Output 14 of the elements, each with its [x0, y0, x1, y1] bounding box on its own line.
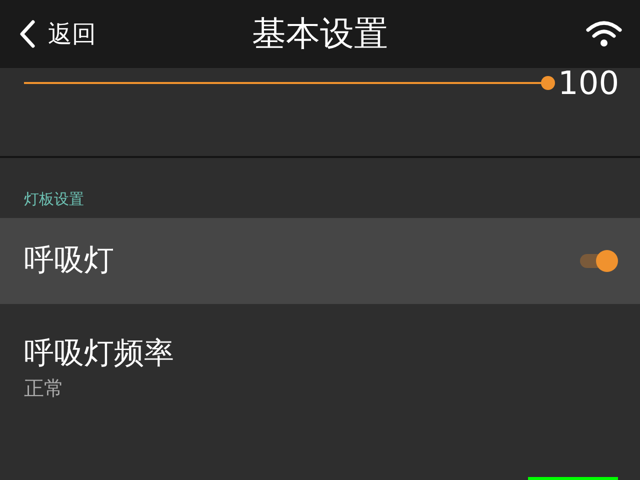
back-button[interactable]: 返回: [18, 18, 96, 50]
setting-label: 呼吸灯: [24, 242, 114, 280]
back-icon: [18, 20, 36, 48]
setting-row[interactable]: 呼吸灯: [0, 218, 640, 304]
setting-label: 呼吸灯频率: [24, 334, 174, 372]
slider-thumb[interactable]: [541, 76, 555, 90]
setting-value: 正常: [24, 374, 65, 402]
toggle-switch[interactable]: [580, 250, 618, 272]
section-header: 灯板设置: [24, 190, 84, 208]
screen-title: 基本设置: [252, 13, 388, 56]
brightness-slider[interactable]: [24, 76, 555, 90]
slider-value: 100: [558, 64, 616, 102]
wifi-icon: [586, 20, 622, 48]
setting-row[interactable]: 呼吸灯频率 正常: [0, 304, 640, 425]
